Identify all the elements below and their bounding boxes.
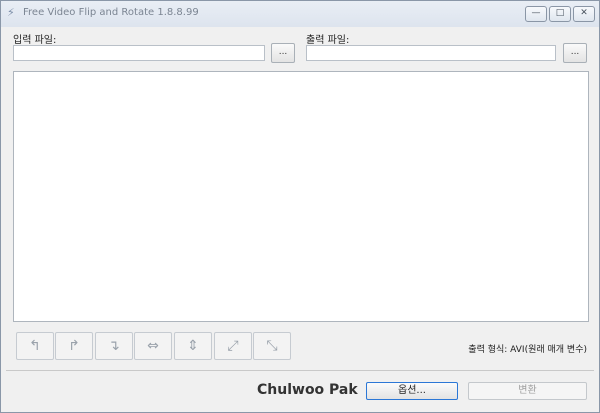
convert-button[interactable]: 변환 bbox=[468, 382, 587, 400]
input-browse-button[interactable]: ... bbox=[271, 43, 295, 63]
output-format-text: 출력 형식: AVI(원래 매개 변수) bbox=[468, 345, 587, 355]
title-bar: ⚡ Free Video Flip and Rotate 1.8.8.99 — … bbox=[1, 1, 599, 27]
options-button[interactable]: 옵션... bbox=[366, 382, 458, 400]
rotate-right-icon[interactable]: ↱ bbox=[55, 332, 93, 360]
output-file-label: 출력 파일: bbox=[306, 35, 350, 46]
transverse-icon[interactable]: ⤡ bbox=[253, 332, 291, 360]
author-name: Chulwoo Pak bbox=[257, 382, 358, 398]
footer-divider bbox=[6, 370, 594, 371]
rotate-180-icon[interactable]: ↴ bbox=[95, 332, 133, 360]
minimize-button[interactable]: — bbox=[525, 6, 547, 22]
flip-vertical-icon[interactable]: ⇕ bbox=[174, 332, 212, 360]
maximize-button[interactable]: □ bbox=[549, 6, 571, 22]
window-title: Free Video Flip and Rotate 1.8.8.99 bbox=[23, 7, 199, 18]
flip-horizontal-icon[interactable]: ⇔ bbox=[134, 332, 172, 360]
video-preview bbox=[13, 71, 589, 322]
transpose-icon[interactable]: ⤢ bbox=[214, 332, 252, 360]
output-file-field[interactable] bbox=[306, 45, 556, 61]
app-icon: ⚡ bbox=[7, 6, 15, 19]
rotate-left-icon[interactable]: ↰ bbox=[16, 332, 54, 360]
output-browse-button[interactable]: ... bbox=[563, 43, 587, 63]
close-button[interactable]: ✕ bbox=[573, 6, 595, 22]
input-file-label: 입력 파일: bbox=[13, 35, 57, 46]
main-window: ⚡ Free Video Flip and Rotate 1.8.8.99 — … bbox=[0, 0, 600, 413]
input-file-field[interactable] bbox=[13, 45, 265, 61]
